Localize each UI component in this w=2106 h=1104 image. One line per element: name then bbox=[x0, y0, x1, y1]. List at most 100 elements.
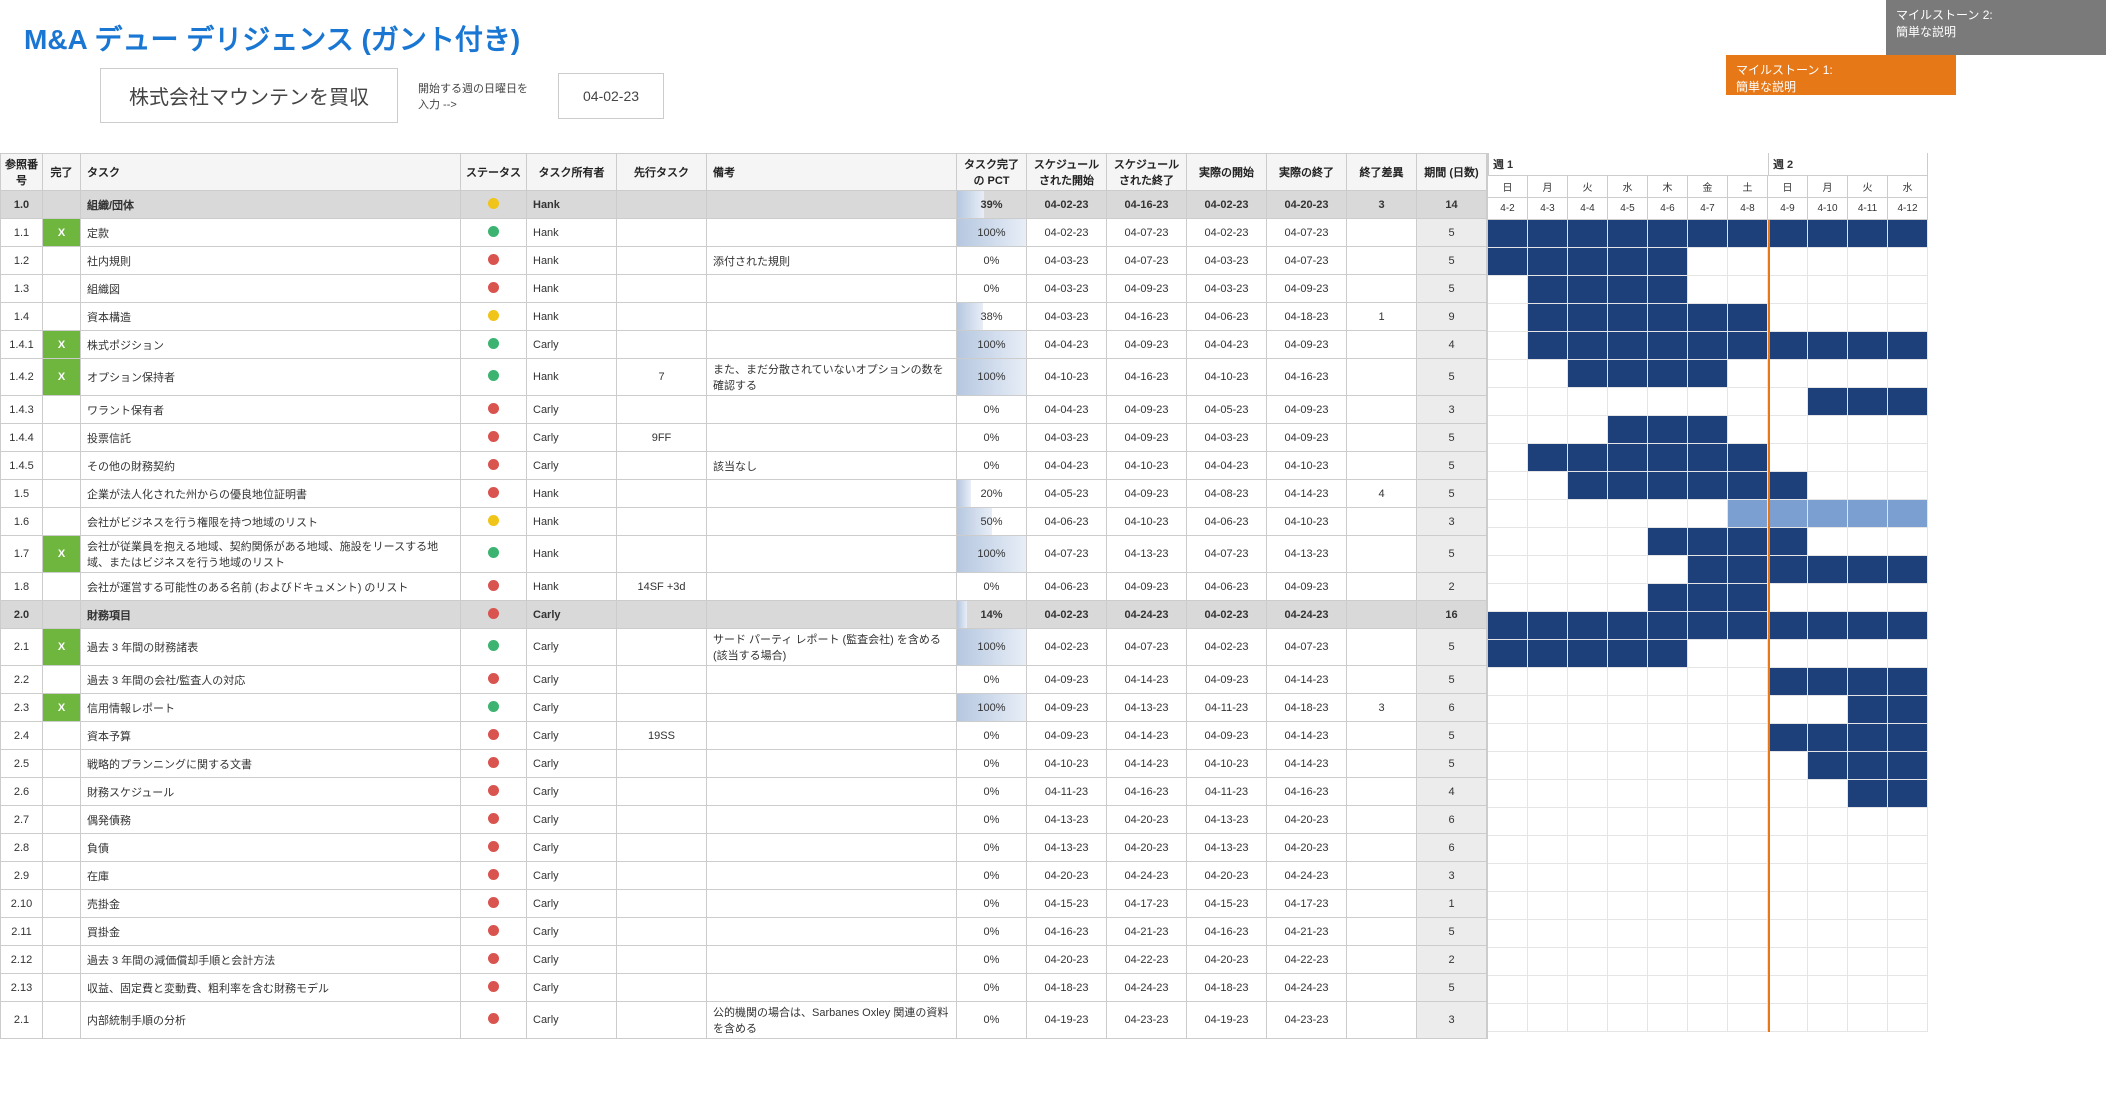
cell-as[interactable]: 04-05-23 bbox=[1187, 396, 1267, 424]
cell-ss[interactable]: 04-10-23 bbox=[1027, 359, 1107, 396]
cell-ss[interactable]: 04-06-23 bbox=[1027, 508, 1107, 536]
cell-task[interactable]: 売掛金 bbox=[81, 890, 461, 918]
cell-note[interactable] bbox=[707, 694, 957, 722]
cell-se[interactable]: 04-09-23 bbox=[1107, 331, 1187, 359]
cell-pct[interactable]: 100% bbox=[957, 536, 1027, 573]
col-var[interactable]: 終了差異 bbox=[1347, 154, 1417, 191]
table-row[interactable]: 1.4.5その他の財務契約Carly該当なし0%04-04-2304-10-23… bbox=[1, 452, 1487, 480]
cell-ss[interactable]: 04-02-23 bbox=[1027, 601, 1107, 629]
cell-var[interactable]: 1 bbox=[1347, 303, 1417, 331]
cell-status[interactable] bbox=[461, 946, 527, 974]
cell-dur[interactable]: 5 bbox=[1417, 219, 1487, 247]
cell-status[interactable] bbox=[461, 834, 527, 862]
cell-done[interactable] bbox=[43, 247, 81, 275]
table-row[interactable]: 2.13収益、固定費と変動費、粗利率を含む財務モデルCarly0%04-18-2… bbox=[1, 974, 1487, 1002]
cell-ae[interactable]: 04-09-23 bbox=[1267, 573, 1347, 601]
cell-done[interactable] bbox=[43, 946, 81, 974]
table-row[interactable]: 1.0組織/団体Hank39%04-02-2304-16-2304-02-230… bbox=[1, 191, 1487, 219]
cell-pred[interactable] bbox=[617, 508, 707, 536]
cell-pred[interactable] bbox=[617, 834, 707, 862]
cell-note[interactable] bbox=[707, 536, 957, 573]
cell-ss[interactable]: 04-02-23 bbox=[1027, 629, 1107, 666]
cell-ae[interactable]: 04-21-23 bbox=[1267, 918, 1347, 946]
cell-status[interactable] bbox=[461, 191, 527, 219]
cell-ss[interactable]: 04-03-23 bbox=[1027, 424, 1107, 452]
cell-done[interactable] bbox=[43, 862, 81, 890]
col-sched-end[interactable]: スケジュールされた終了 bbox=[1107, 154, 1187, 191]
cell-ref[interactable]: 2.13 bbox=[1, 974, 43, 1002]
cell-ref[interactable]: 1.4.4 bbox=[1, 424, 43, 452]
cell-note[interactable]: 該当なし bbox=[707, 452, 957, 480]
col-act-start[interactable]: 実際の開始 bbox=[1187, 154, 1267, 191]
cell-ss[interactable]: 04-20-23 bbox=[1027, 862, 1107, 890]
col-owner[interactable]: タスク所有者 bbox=[527, 154, 617, 191]
cell-task[interactable]: 会社が運営する可能性のある名前 (およびドキュメント) のリスト bbox=[81, 573, 461, 601]
cell-ref[interactable]: 1.5 bbox=[1, 480, 43, 508]
cell-dur[interactable]: 5 bbox=[1417, 974, 1487, 1002]
cell-pct[interactable]: 0% bbox=[957, 834, 1027, 862]
cell-owner[interactable]: Carly bbox=[527, 601, 617, 629]
cell-pred[interactable]: 9FF bbox=[617, 424, 707, 452]
cell-status[interactable] bbox=[461, 862, 527, 890]
cell-dur[interactable]: 5 bbox=[1417, 722, 1487, 750]
cell-se[interactable]: 04-24-23 bbox=[1107, 974, 1187, 1002]
col-task[interactable]: タスク bbox=[81, 154, 461, 191]
cell-ref[interactable]: 2.12 bbox=[1, 946, 43, 974]
cell-done[interactable] bbox=[43, 452, 81, 480]
cell-ae[interactable]: 04-22-23 bbox=[1267, 946, 1347, 974]
cell-owner[interactable]: Carly bbox=[527, 424, 617, 452]
cell-ae[interactable]: 04-14-23 bbox=[1267, 722, 1347, 750]
cell-se[interactable]: 04-14-23 bbox=[1107, 750, 1187, 778]
cell-note[interactable] bbox=[707, 424, 957, 452]
cell-se[interactable]: 04-10-23 bbox=[1107, 508, 1187, 536]
cell-task[interactable]: 買掛金 bbox=[81, 918, 461, 946]
cell-as[interactable]: 04-09-23 bbox=[1187, 666, 1267, 694]
cell-ss[interactable]: 04-02-23 bbox=[1027, 219, 1107, 247]
cell-task[interactable]: 在庫 bbox=[81, 862, 461, 890]
table-row[interactable]: 2.12過去 3 年間の減価償却手順と会計方法Carly0%04-20-2304… bbox=[1, 946, 1487, 974]
cell-owner[interactable]: Carly bbox=[527, 890, 617, 918]
cell-pct[interactable]: 0% bbox=[957, 722, 1027, 750]
table-row[interactable]: 2.1X過去 3 年間の財務諸表Carlyサード パーティ レポート (監査会社… bbox=[1, 629, 1487, 666]
cell-se[interactable]: 04-17-23 bbox=[1107, 890, 1187, 918]
table-row[interactable]: 2.9在庫Carly0%04-20-2304-24-2304-20-2304-2… bbox=[1, 862, 1487, 890]
task-table[interactable]: 参照番号 完了 タスク ステータス タスク所有者 先行タスク 備考 タスク完了の… bbox=[0, 153, 1487, 1039]
cell-as[interactable]: 04-03-23 bbox=[1187, 275, 1267, 303]
cell-task[interactable]: ワラント保有者 bbox=[81, 396, 461, 424]
cell-se[interactable]: 04-16-23 bbox=[1107, 359, 1187, 396]
cell-ref[interactable]: 2.2 bbox=[1, 666, 43, 694]
cell-ae[interactable]: 04-07-23 bbox=[1267, 247, 1347, 275]
cell-dur[interactable]: 5 bbox=[1417, 359, 1487, 396]
cell-ss[interactable]: 04-03-23 bbox=[1027, 247, 1107, 275]
table-row[interactable]: 2.4資本予算Carly19SS0%04-09-2304-14-2304-09-… bbox=[1, 722, 1487, 750]
cell-pred[interactable]: 19SS bbox=[617, 722, 707, 750]
cell-var[interactable] bbox=[1347, 750, 1417, 778]
cell-pct[interactable]: 50% bbox=[957, 508, 1027, 536]
cell-note[interactable] bbox=[707, 666, 957, 694]
cell-se[interactable]: 04-09-23 bbox=[1107, 480, 1187, 508]
cell-task[interactable]: 信用情報レポート bbox=[81, 694, 461, 722]
cell-ae[interactable]: 04-07-23 bbox=[1267, 629, 1347, 666]
cell-se[interactable]: 04-13-23 bbox=[1107, 694, 1187, 722]
cell-ss[interactable]: 04-11-23 bbox=[1027, 778, 1107, 806]
cell-ae[interactable]: 04-24-23 bbox=[1267, 601, 1347, 629]
cell-dur[interactable]: 3 bbox=[1417, 508, 1487, 536]
cell-owner[interactable]: Carly bbox=[527, 694, 617, 722]
cell-ref[interactable]: 2.1 bbox=[1, 1002, 43, 1039]
cell-ae[interactable]: 04-20-23 bbox=[1267, 191, 1347, 219]
cell-ae[interactable]: 04-18-23 bbox=[1267, 303, 1347, 331]
cell-as[interactable]: 04-11-23 bbox=[1187, 694, 1267, 722]
cell-ae[interactable]: 04-10-23 bbox=[1267, 452, 1347, 480]
cell-note[interactable] bbox=[707, 722, 957, 750]
cell-dur[interactable]: 5 bbox=[1417, 536, 1487, 573]
cell-dur[interactable]: 14 bbox=[1417, 191, 1487, 219]
cell-se[interactable]: 04-16-23 bbox=[1107, 303, 1187, 331]
cell-pred[interactable] bbox=[617, 890, 707, 918]
col-done[interactable]: 完了 bbox=[43, 154, 81, 191]
cell-status[interactable] bbox=[461, 918, 527, 946]
cell-ref[interactable]: 2.3 bbox=[1, 694, 43, 722]
cell-status[interactable] bbox=[461, 1002, 527, 1039]
cell-ref[interactable]: 2.7 bbox=[1, 806, 43, 834]
cell-dur[interactable]: 5 bbox=[1417, 452, 1487, 480]
cell-task[interactable]: 定款 bbox=[81, 219, 461, 247]
